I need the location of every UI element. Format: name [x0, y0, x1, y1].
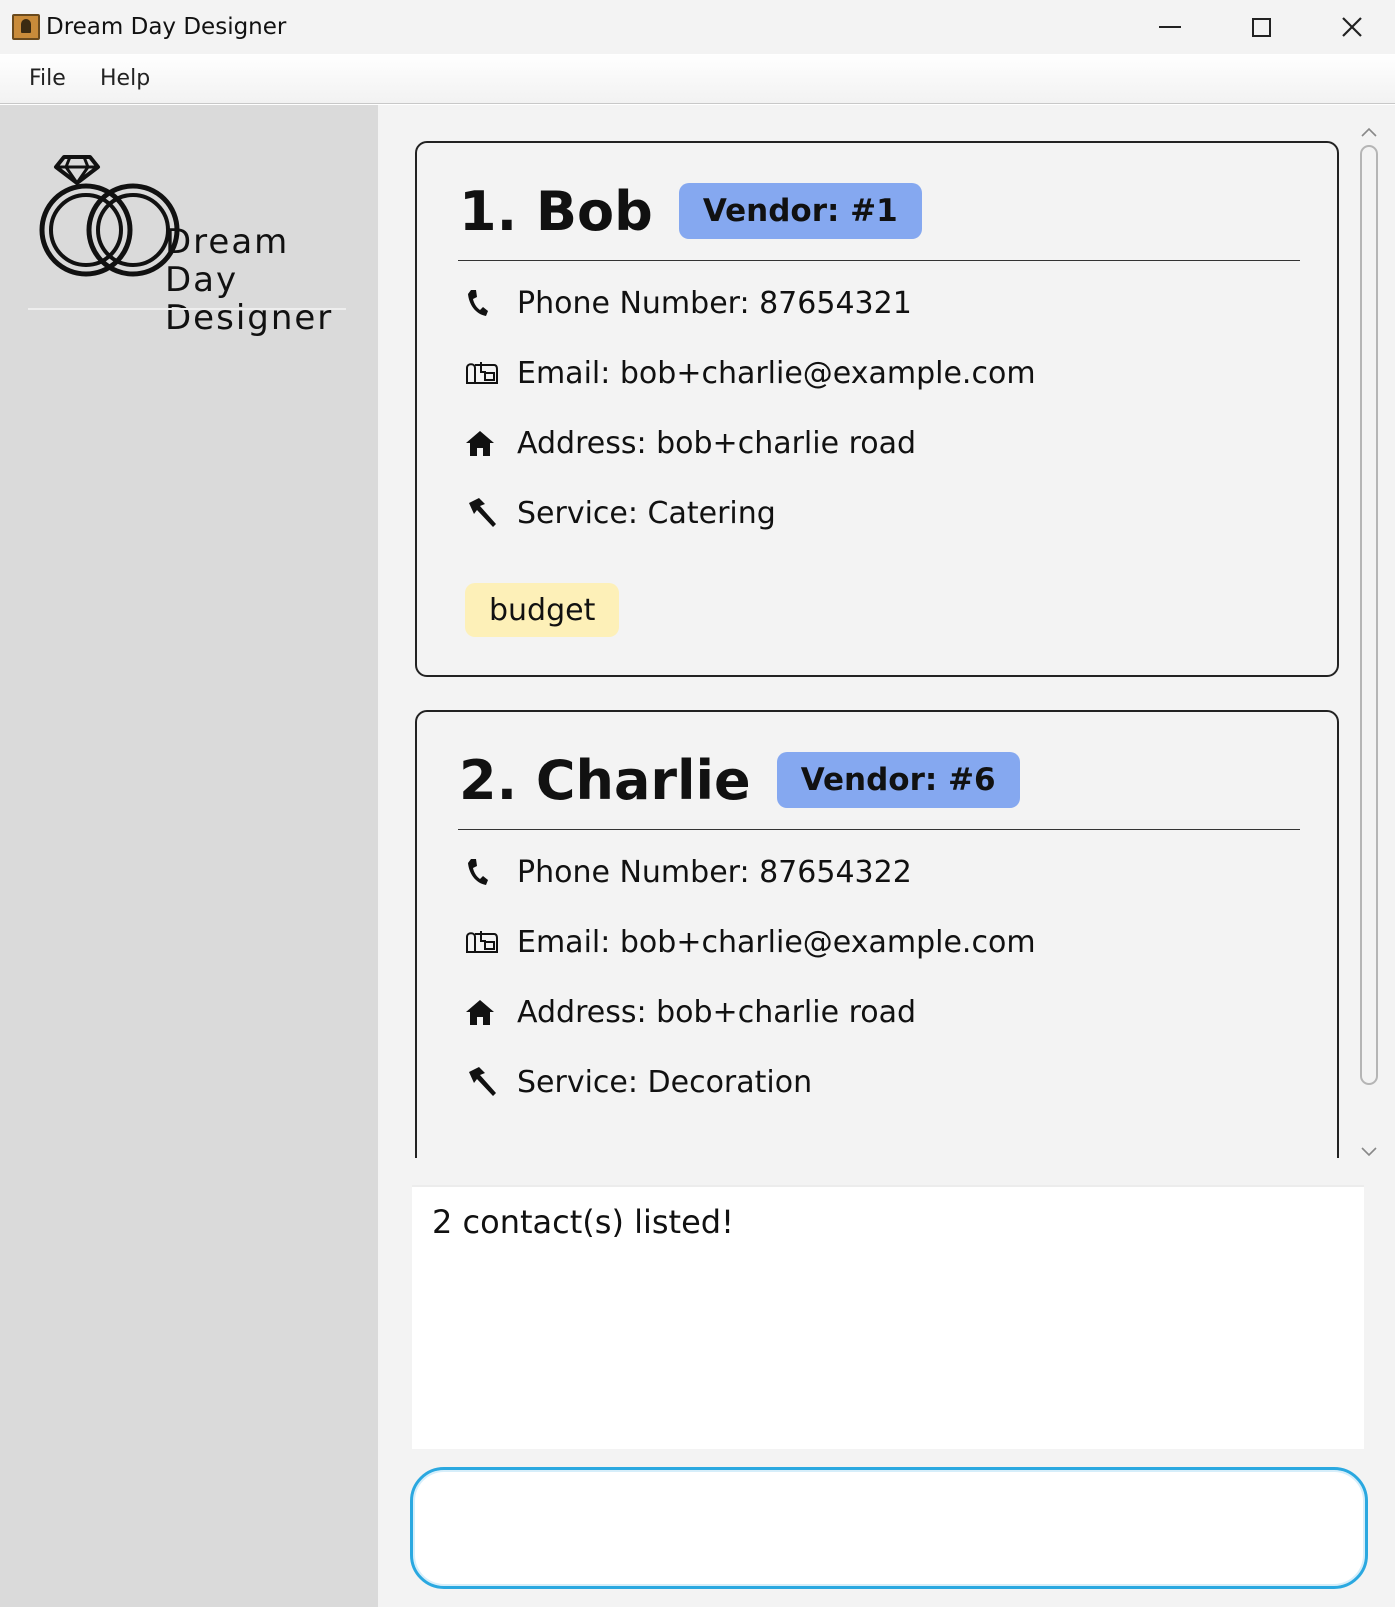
hammer-icon — [465, 1064, 503, 1100]
phone-field: Phone Number: 87654321 — [465, 283, 912, 323]
close-button[interactable] — [1307, 0, 1395, 54]
contact-name: 1. Bob — [459, 179, 653, 243]
email-field: Email: bob+charlie@example.com — [465, 353, 1036, 393]
mailbox-icon — [465, 355, 503, 391]
maximize-icon — [1251, 17, 1271, 37]
phone-text: Phone Number: 87654321 — [517, 285, 912, 321]
menu-file[interactable]: File — [29, 66, 66, 91]
card-divider — [458, 829, 1300, 830]
title-bar: Dream Day Designer — [0, 0, 1395, 54]
chevron-up-icon — [1361, 127, 1377, 137]
vendor-badge: Vendor: #1 — [678, 183, 922, 239]
contact-name: 2. Charlie — [459, 748, 751, 812]
phone-icon — [465, 285, 503, 321]
chevron-down-icon — [1361, 1147, 1377, 1157]
phone-text: Phone Number: 87654322 — [517, 854, 912, 890]
home-icon — [465, 425, 503, 461]
email-text: Email: bob+charlie@example.com — [517, 355, 1036, 391]
main-panel: 1. Bob Vendor: #1 Phone Number: 87654321… — [378, 105, 1395, 1607]
card-header: 2. Charlie Vendor: #6 — [459, 748, 1020, 812]
sidebar: Dream Day Designer — [0, 105, 378, 1607]
result-message: 2 contact(s) listed! — [432, 1203, 734, 1241]
logo-text: Dream Day Designer — [165, 223, 333, 337]
email-text: Email: bob+charlie@example.com — [517, 924, 1036, 960]
mailbox-icon — [465, 924, 503, 960]
address-text: Address: bob+charlie road — [517, 425, 917, 461]
service-text: Service: Decoration — [517, 1064, 813, 1100]
result-display: 2 contact(s) listed! — [412, 1185, 1364, 1449]
minimize-button[interactable] — [1125, 0, 1215, 54]
card-divider — [458, 260, 1300, 261]
contact-card[interactable]: 2. Charlie Vendor: #6 Phone Number: 8765… — [415, 710, 1339, 1158]
logo-line: Dream — [165, 222, 290, 262]
service-text: Service: Catering — [517, 495, 776, 531]
window-title: Dream Day Designer — [46, 14, 287, 40]
vendor-badge: Vendor: #6 — [776, 752, 1020, 808]
hammer-icon — [465, 495, 503, 531]
menu-help[interactable]: Help — [100, 66, 150, 91]
command-input[interactable] — [437, 1500, 1337, 1556]
scroll-thumb[interactable] — [1360, 145, 1378, 1085]
contact-list-scrollbar[interactable] — [1356, 123, 1382, 1163]
minimize-icon — [1159, 26, 1181, 28]
email-field: Email: bob+charlie@example.com — [465, 922, 1036, 962]
address-field: Address: bob+charlie road — [465, 992, 916, 1032]
scroll-up-button[interactable] — [1360, 123, 1378, 141]
card-header: 1. Bob Vendor: #1 — [459, 179, 922, 243]
sidebar-divider — [28, 308, 346, 310]
command-box[interactable] — [410, 1467, 1368, 1589]
service-field: Service: Catering — [465, 493, 776, 533]
service-field: Service: Decoration — [465, 1062, 812, 1102]
contact-list[interactable]: 1. Bob Vendor: #1 Phone Number: 87654321… — [378, 105, 1378, 1158]
contact-card[interactable]: 1. Bob Vendor: #1 Phone Number: 87654321… — [415, 141, 1339, 677]
phone-field: Phone Number: 87654322 — [465, 852, 912, 892]
logo-line: Day — [165, 260, 239, 300]
scroll-down-button[interactable] — [1360, 1143, 1378, 1161]
app-icon — [12, 14, 40, 40]
phone-icon — [465, 854, 503, 890]
home-icon — [465, 994, 503, 1030]
address-field: Address: bob+charlie road — [465, 423, 916, 463]
menu-bar: File Help — [0, 54, 1395, 104]
tag-badge: budget — [465, 583, 620, 637]
maximize-button[interactable] — [1216, 0, 1306, 54]
logo-line: Designer — [165, 298, 334, 338]
address-text: Address: bob+charlie road — [517, 994, 917, 1030]
close-icon — [1342, 17, 1362, 37]
